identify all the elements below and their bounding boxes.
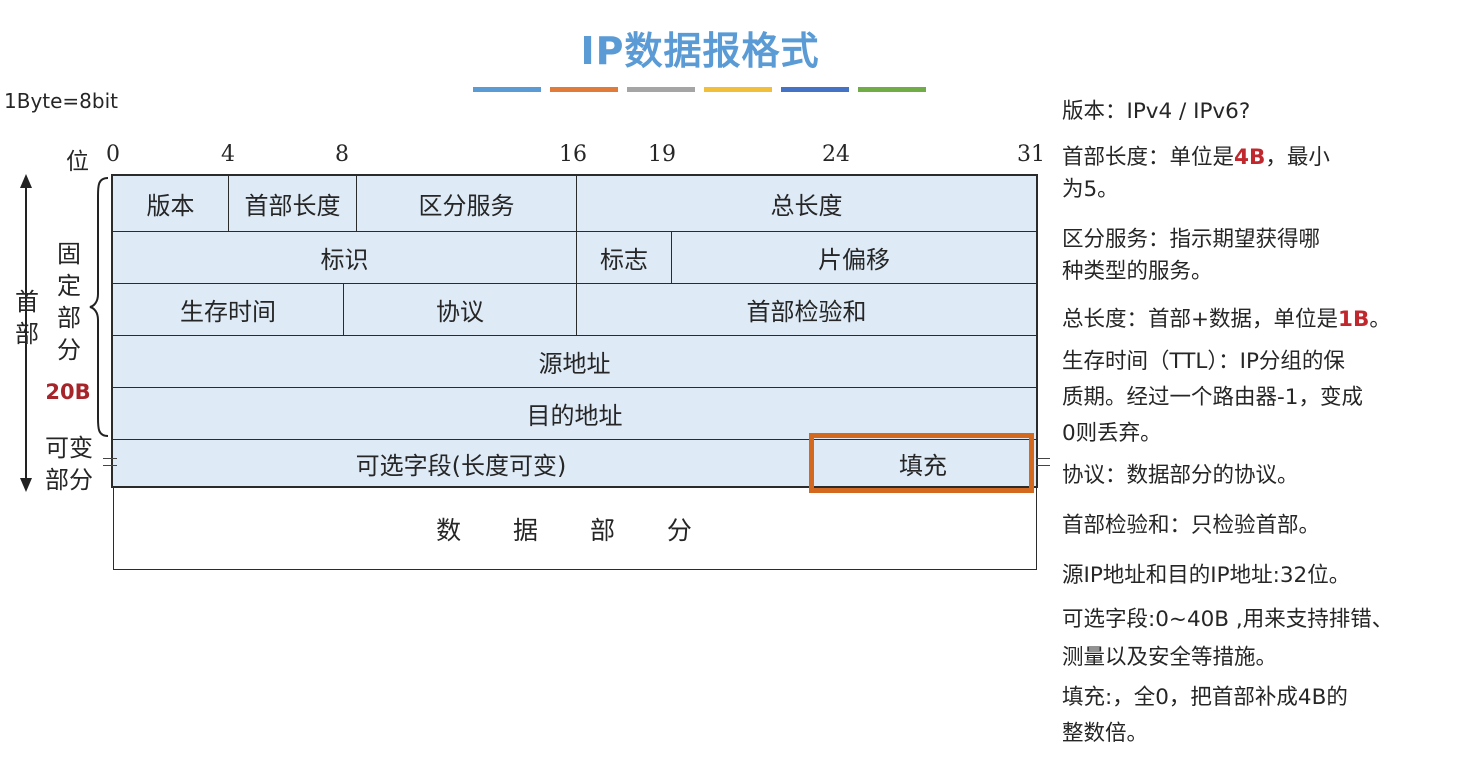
note-line: 测量以及安全等措施。 [1062, 645, 1278, 670]
field-total-length: 总长度 [577, 176, 1036, 232]
note-line: 源IP地址和目的IP地址:32位。 [1062, 563, 1351, 588]
field-header-checksum: 首部检验和 [577, 284, 1036, 336]
bit-number: 31 [1017, 142, 1045, 167]
note-line: 版本：IPv4 / IPv6? [1062, 99, 1251, 124]
color-bar-segment [550, 87, 618, 92]
note-line: 种类型的服务。 [1062, 259, 1213, 284]
break-mark-left [103, 458, 117, 466]
bit-axis-label: 位 [66, 149, 89, 175]
bit-number: 0 [106, 142, 120, 167]
field-ttl: 生存时间 [113, 284, 344, 336]
break-mark-right [1036, 458, 1050, 466]
bit-number: 16 [559, 142, 587, 167]
field-protocol: 协议 [344, 284, 577, 336]
unit-note: 1Byte=8bit [4, 89, 119, 113]
note-line: 生存时间（TTL）：IP分组的保 [1062, 349, 1345, 374]
color-bar-segment [858, 87, 926, 92]
page-title: IP数据报格式 [580, 29, 820, 73]
side-label-fixed-part: 固定部分 [57, 240, 81, 364]
note-line: 总长度：首部+数据，单位是1B。 [1062, 307, 1391, 332]
padding-highlight-box [809, 433, 1034, 493]
side-label-fixed-size: 20B [45, 380, 91, 404]
side-label-header: 首部 [15, 288, 39, 348]
field-flags: 标志 [577, 232, 672, 284]
color-bar-segment [781, 87, 849, 92]
bit-number: 19 [648, 142, 676, 167]
side-label-variable-part: 可变 部分 [45, 434, 93, 494]
note-line: 填充:，全0，把首部补成4B的 [1062, 685, 1348, 710]
bit-number: 24 [822, 142, 850, 167]
bit-number: 8 [335, 142, 349, 167]
field-diff-services: 区分服务 [357, 176, 577, 232]
note-line: 区分服务：指示期望获得哪 [1062, 227, 1321, 252]
note-line: 首部长度：单位是4B，最小 [1062, 145, 1330, 170]
field-identification: 标识 [113, 232, 577, 284]
note-line: 首部检验和：只检验首部。 [1062, 513, 1321, 538]
bit-number: 4 [221, 142, 235, 167]
note-line: 质期。经过一个路由器-1，变成 [1062, 385, 1363, 410]
note-line: 可选字段:0~40B ,用来支持排错、 [1062, 607, 1394, 632]
field-options: 可选字段(长度可变) [113, 440, 810, 486]
field-source-address: 源地址 [113, 336, 1036, 388]
field-fragment-offset: 片偏移 [672, 232, 1036, 284]
note-line: 0则丢弃。 [1062, 421, 1162, 446]
color-bar-segment [473, 87, 541, 92]
color-bar-segment [704, 87, 772, 92]
note-line: 协议：数据部分的协议。 [1062, 463, 1299, 488]
color-bar-segment [627, 87, 695, 92]
note-line: 整数倍。 [1062, 721, 1149, 746]
field-header-length: 首部长度 [229, 176, 357, 232]
note-line: 为5。 [1062, 177, 1119, 202]
data-section: 数 据 部 分 [113, 488, 1037, 570]
field-version: 版本 [113, 176, 229, 232]
